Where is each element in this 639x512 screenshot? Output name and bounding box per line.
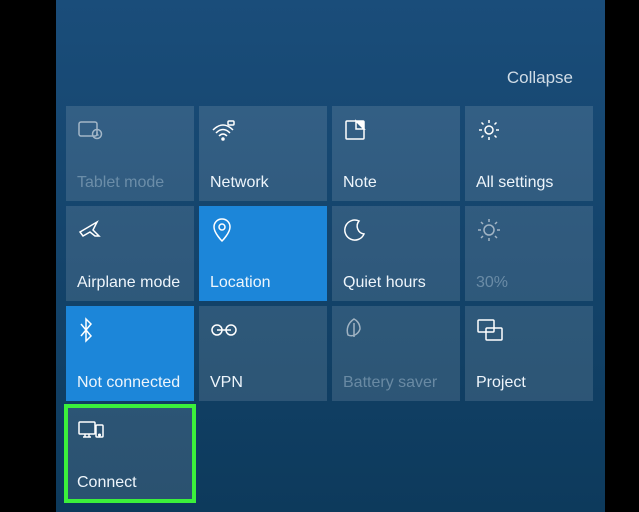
tile-label: Project: [476, 374, 582, 392]
tablet-mode-tile[interactable]: Tablet mode: [66, 106, 194, 201]
vpn-icon: [210, 316, 316, 344]
bluetooth-icon: [77, 316, 183, 344]
wifi-icon: [210, 116, 316, 144]
tile-label: Note: [343, 174, 449, 192]
tile-label: Not connected: [77, 374, 183, 392]
tile-label: Network: [210, 174, 316, 192]
moon-icon: [343, 216, 449, 244]
tile-label: Tablet mode: [77, 174, 183, 192]
collapse-button[interactable]: Collapse: [507, 68, 573, 88]
bluetooth-tile[interactable]: Not connected: [66, 306, 194, 401]
network-tile[interactable]: Network: [199, 106, 327, 201]
all-settings-tile[interactable]: All settings: [465, 106, 593, 201]
action-center-panel: Collapse Tablet mode Network Note All s: [56, 0, 605, 512]
airplane-mode-tile[interactable]: Airplane mode: [66, 206, 194, 301]
brightness-tile[interactable]: 30%: [465, 206, 593, 301]
brightness-icon: [476, 216, 582, 244]
tile-label: Airplane mode: [77, 274, 183, 292]
location-tile[interactable]: Location: [199, 206, 327, 301]
location-icon: [210, 216, 316, 244]
panel-header: Collapse: [56, 0, 605, 106]
tile-label: VPN: [210, 374, 316, 392]
tile-label: Location: [210, 274, 316, 292]
quiet-hours-tile[interactable]: Quiet hours: [332, 206, 460, 301]
vpn-tile[interactable]: VPN: [199, 306, 327, 401]
tile-label: Quiet hours: [343, 274, 449, 292]
project-tile[interactable]: Project: [465, 306, 593, 401]
gear-icon: [476, 116, 582, 144]
note-tile[interactable]: Note: [332, 106, 460, 201]
connect-icon: [77, 416, 183, 444]
tile-label: All settings: [476, 174, 582, 192]
tile-label: Connect: [77, 474, 183, 492]
tile-label: Battery saver: [343, 374, 449, 392]
tablet-mode-icon: [77, 116, 183, 144]
leaf-icon: [343, 316, 449, 344]
quick-actions-grid: Tablet mode Network Note All settings Ai: [56, 106, 605, 501]
airplane-icon: [77, 216, 183, 244]
note-icon: [343, 116, 449, 144]
project-icon: [476, 316, 582, 344]
tile-label: 30%: [476, 274, 582, 292]
connect-tile[interactable]: Connect: [66, 406, 194, 501]
battery-saver-tile[interactable]: Battery saver: [332, 306, 460, 401]
